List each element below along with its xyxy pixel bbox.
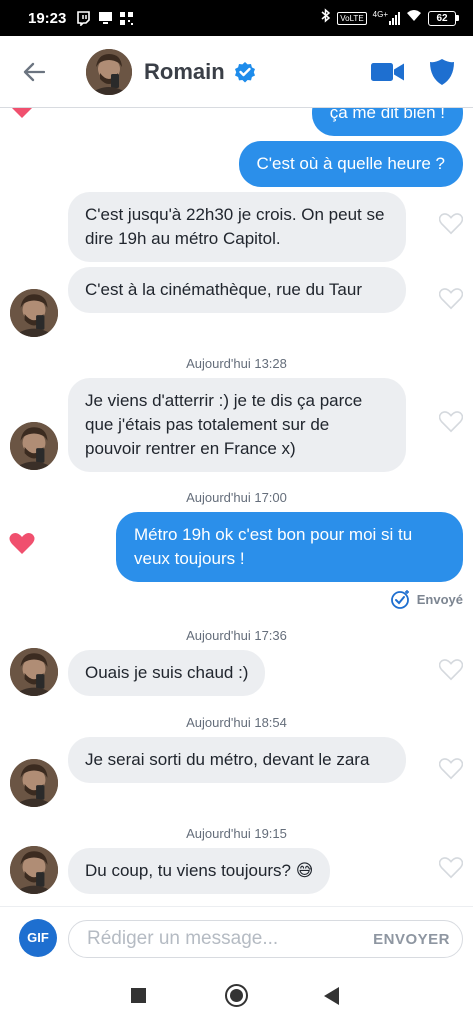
status-bar: 19:23 VoLTE 4G+ 62 bbox=[0, 0, 473, 36]
message-input-container[interactable]: ENVOYER bbox=[68, 920, 463, 958]
message-outgoing[interactable]: ça me dit bien ! bbox=[311, 108, 463, 136]
signal-icon: 4G+ bbox=[373, 11, 400, 25]
like-message-button[interactable] bbox=[437, 855, 465, 881]
heart-outline-icon bbox=[439, 857, 463, 879]
message-outgoing[interactable]: Métro 19h ok c'est bon pour moi si tu ve… bbox=[116, 512, 463, 582]
contact-avatar[interactable] bbox=[86, 48, 132, 95]
liked-heart-icon bbox=[12, 108, 32, 118]
arrow-left-icon bbox=[23, 62, 45, 81]
desktop-notification-icon bbox=[98, 11, 113, 26]
video-call-button[interactable] bbox=[371, 61, 405, 83]
home-button[interactable] bbox=[225, 984, 248, 1007]
system-navigation-bar bbox=[0, 968, 473, 1024]
qr-code-icon bbox=[120, 11, 134, 25]
wifi-icon bbox=[406, 9, 422, 27]
liked-heart-icon bbox=[9, 533, 35, 554]
contact-name[interactable]: Romain bbox=[144, 59, 225, 85]
contact-avatar-small[interactable] bbox=[10, 846, 58, 894]
message-incoming[interactable]: C'est jusqu'à 22h30 je crois. On peut se… bbox=[68, 192, 406, 262]
like-message-button[interactable] bbox=[437, 657, 465, 683]
message-incoming[interactable]: Je serai sorti du métro, devant le zara bbox=[68, 737, 406, 783]
heart-outline-icon bbox=[439, 213, 463, 235]
gif-button[interactable]: GIF bbox=[19, 918, 57, 957]
heart-outline-icon bbox=[439, 659, 463, 681]
bluetooth-icon bbox=[320, 8, 331, 28]
heart-outline-icon bbox=[439, 758, 463, 780]
message-timestamp: Aujourd'hui 17:00 bbox=[186, 490, 287, 505]
message-incoming[interactable]: Ouais je suis chaud :) bbox=[68, 650, 266, 696]
back-button[interactable] bbox=[16, 54, 52, 90]
battery-icon: 62 bbox=[428, 10, 459, 26]
message-timestamp: Aujourd'hui 18:54 bbox=[186, 715, 287, 730]
shield-icon bbox=[430, 58, 454, 85]
contact-avatar-small[interactable] bbox=[10, 648, 58, 696]
like-message-button[interactable] bbox=[437, 211, 465, 237]
message-input[interactable] bbox=[87, 928, 357, 950]
volte-badge: VoLTE bbox=[337, 11, 367, 25]
message-incoming[interactable]: Je viens d'atterrir :) je te dis ça parc… bbox=[68, 378, 406, 472]
heart-outline-icon bbox=[439, 411, 463, 433]
recent-apps-button[interactable] bbox=[131, 988, 146, 1003]
message-composer: GIF ENVOYER bbox=[0, 906, 473, 968]
chat-header: Romain bbox=[0, 36, 473, 108]
contact-avatar-small[interactable] bbox=[10, 759, 58, 807]
message-timestamp: Aujourd'hui 17:36 bbox=[186, 628, 287, 643]
verified-badge-icon bbox=[233, 60, 257, 84]
battery-level: 62 bbox=[428, 10, 456, 26]
like-message-button[interactable] bbox=[437, 286, 465, 312]
status-time: 19:23 bbox=[28, 9, 67, 27]
twitch-notification-icon bbox=[76, 10, 91, 26]
like-message-button[interactable] bbox=[437, 409, 465, 435]
heart-outline-icon bbox=[439, 288, 463, 310]
message-timestamp: Aujourd'hui 19:15 bbox=[186, 826, 287, 841]
message-list[interactable]: ça me dit bien ! C'est où à quelle heure… bbox=[0, 108, 473, 906]
sent-status-label: Envoyé bbox=[416, 591, 463, 607]
contact-avatar-small[interactable] bbox=[10, 289, 58, 337]
send-button[interactable]: ENVOYER bbox=[373, 931, 450, 948]
contact-avatar-small[interactable] bbox=[10, 422, 58, 470]
system-back-button[interactable] bbox=[324, 987, 339, 1005]
video-camera-icon bbox=[371, 62, 404, 81]
safety-button[interactable] bbox=[429, 58, 455, 86]
message-incoming[interactable]: C'est à la cinémathèque, rue du Taur bbox=[68, 267, 406, 313]
message-timestamp: Aujourd'hui 13:28 bbox=[186, 356, 287, 371]
message-incoming[interactable]: Du coup, tu viens toujours? 😅 bbox=[68, 848, 331, 894]
message-outgoing[interactable]: C'est où à quelle heure ? bbox=[238, 141, 463, 187]
message-sent-status: Envoyé bbox=[390, 589, 463, 609]
sent-check-icon bbox=[390, 590, 409, 609]
like-message-button[interactable] bbox=[437, 756, 465, 782]
